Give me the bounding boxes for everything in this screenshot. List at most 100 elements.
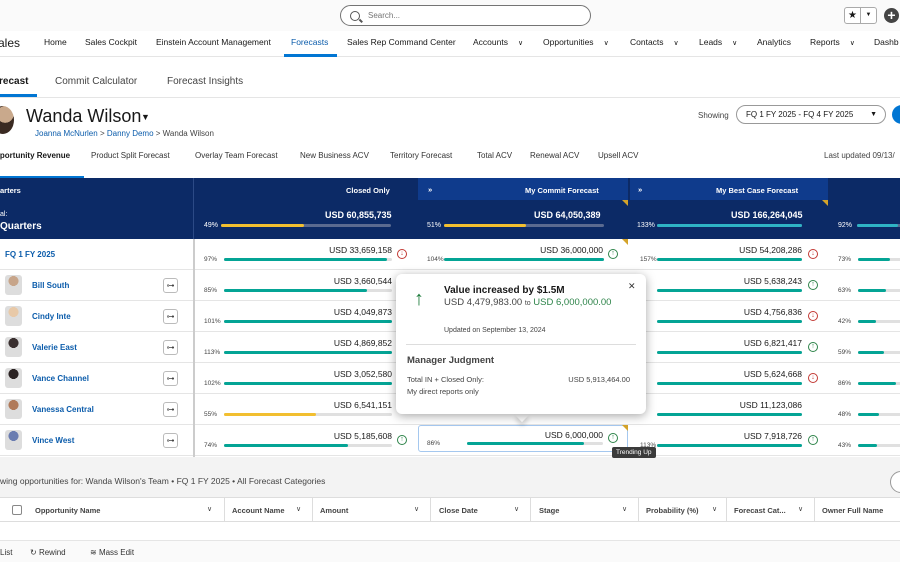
trend-down-icon[interactable]: ↓ [808,311,818,321]
trend-down-icon[interactable]: ↓ [808,373,818,383]
caret-down-icon[interactable]: ▼ [141,112,150,122]
list-button[interactable]: List [0,548,12,557]
chevron-down-icon[interactable]: ▼ [860,8,876,23]
column-header-commit[interactable]: My Commit Forecast [525,186,599,195]
hierarchy-icon[interactable]: ⊶ [163,433,178,448]
breadcrumb-link[interactable]: Danny Demo [107,129,154,138]
rewind-button[interactable]: ↻ Rewind [30,548,66,557]
nav-item-home[interactable]: Home [44,37,67,47]
period-label[interactable]: FQ 1 FY 2025 [5,250,55,259]
star-icon[interactable]: ★ [845,8,860,23]
cell-amount[interactable]: USD 7,918,726 [712,431,802,441]
column-header[interactable]: Opportunity Name [35,506,100,515]
chevron-down-icon[interactable]: ∨ [207,505,212,513]
nav-item-leads[interactable]: Leads ∨ [699,37,737,47]
column-header[interactable]: Probability (%) [646,506,699,515]
nav-item-accounts[interactable]: Accounts ∨ [473,37,523,47]
cell-amount[interactable]: USD 3,660,544 [302,276,392,286]
nav-item-opportunities[interactable]: Opportunities ∨ [543,37,609,47]
rep-name-link[interactable]: Vanessa Central [32,405,94,414]
chevron-down-icon[interactable]: ∨ [604,40,609,47]
action-button[interactable] [892,105,900,124]
favorites-button[interactable]: ★ ▼ [844,7,877,24]
search-input[interactable]: Search... [340,5,591,26]
nav-item-analytics[interactable]: Analytics [757,37,791,47]
column-header[interactable]: Account Name [232,506,285,515]
expand-icon[interactable]: » [428,185,432,194]
cell-amount[interactable]: USD 33,659,158 [302,245,392,255]
nav-item-einstein[interactable]: Einstein Account Management [156,37,271,47]
nav-item-dashboards[interactable]: Dashb [874,37,899,47]
cell-amount[interactable]: USD 36,000,000 [513,245,603,255]
cell-amount[interactable]: USD 4,756,836 [712,307,802,317]
column-header-closed-only[interactable]: Closed Only [346,186,390,195]
nav-item-command-center[interactable]: Sales Rep Command Center [347,37,456,47]
chevron-down-icon[interactable]: ∨ [622,505,627,513]
chevron-down-icon[interactable]: ∨ [674,40,679,47]
forecast-type-tab[interactable]: pportunity Revenue [0,151,70,160]
nav-item-reports[interactable]: Reports ∨ [810,37,855,47]
forecast-type-tab[interactable]: Total ACV [477,151,512,160]
plus-icon[interactable]: + [884,8,899,23]
cell-amount[interactable]: USD 6,821,417 [712,338,802,348]
cell-amount[interactable]: USD 5,624,668 [712,369,802,379]
nav-item-forecasts[interactable]: Forecasts [291,37,328,47]
hierarchy-icon[interactable]: ⊶ [163,278,178,293]
forecast-type-tab[interactable]: Product Split Forecast [91,151,170,160]
chevron-down-icon[interactable]: ∨ [414,505,419,513]
column-header[interactable]: Amount [320,506,348,515]
trend-up-icon[interactable]: ↑ [808,342,818,352]
rep-name-link[interactable]: Bill South [32,281,69,290]
forecast-type-tab[interactable]: New Business ACV [300,151,369,160]
rep-name-link[interactable]: Valerie East [32,343,77,352]
column-header[interactable]: Stage [539,506,559,515]
select-all-checkbox[interactable] [12,505,22,515]
trend-up-icon[interactable]: ↑ [808,435,818,445]
trend-down-icon[interactable]: ↓ [808,249,818,259]
cell-amount[interactable]: USD 6,000,000 [520,430,603,440]
forecast-type-tab[interactable]: Upsell ACV [598,151,638,160]
hierarchy-icon[interactable]: ⊶ [163,402,178,417]
chevron-down-icon[interactable]: ∨ [798,505,803,513]
chevron-down-icon[interactable]: ∨ [296,505,301,513]
close-icon[interactable]: ✕ [628,281,636,292]
cell-amount[interactable]: USD 54,208,286 [712,245,802,255]
hierarchy-icon[interactable]: ⊶ [163,340,178,355]
cell-amount[interactable]: USD 4,049,873 [302,307,392,317]
column-header[interactable]: Owner Full Name [822,506,883,515]
cell-amount[interactable]: USD 4,869,852 [302,338,392,348]
forecast-type-tab[interactable]: Territory Forecast [390,151,452,160]
cell-amount[interactable]: USD 3,052,580 [302,369,392,379]
cell-amount[interactable]: USD 5,638,243 [712,276,802,286]
column-header[interactable]: Forecast Cat... [734,506,786,515]
mass-edit-button[interactable]: ≋ Mass Edit [90,548,134,557]
expand-icon[interactable]: » [638,185,642,194]
period-select[interactable]: FQ 1 FY 2025 - FQ 4 FY 2025 ▼ [736,105,886,124]
cell-amount[interactable]: USD 5,185,608 [302,431,392,441]
column-header-quarters[interactable]: arters [0,186,21,195]
forecast-type-tab[interactable]: Renewal ACV [530,151,579,160]
settings-button[interactable] [890,471,900,493]
chevron-down-icon[interactable]: ∨ [518,40,523,47]
cell-amount[interactable]: USD 11,123,086 [712,400,802,410]
chevron-down-icon[interactable]: ∨ [732,40,737,47]
trend-down-icon[interactable]: ↓ [397,249,407,259]
trend-up-icon[interactable]: ↑ [608,249,618,259]
tab-commit-calculator[interactable]: Commit Calculator [55,76,137,87]
column-header[interactable]: Close Date [439,506,478,515]
tab-forecast-insights[interactable]: Forecast Insights [167,76,243,87]
chevron-down-icon[interactable]: ∨ [850,40,855,47]
nav-item-contacts[interactable]: Contacts ∨ [630,37,679,47]
trend-up-icon[interactable]: ↑ [608,433,618,443]
hierarchy-icon[interactable]: ⊶ [163,371,178,386]
hierarchy-icon[interactable]: ⊶ [163,309,178,324]
breadcrumb-link[interactable]: Joanna McNurlen [35,129,98,138]
trend-up-icon[interactable]: ↑ [808,280,818,290]
nav-item-sales-cockpit[interactable]: Sales Cockpit [85,37,137,47]
tab-forecast[interactable]: recast [0,76,28,87]
cell-amount[interactable]: USD 6,541,151 [302,400,392,410]
trend-up-icon[interactable]: ↑ [397,435,407,445]
chevron-down-icon[interactable]: ∨ [514,505,519,513]
rep-name-link[interactable]: Cindy Inte [32,312,71,321]
chevron-down-icon[interactable]: ∨ [712,505,717,513]
